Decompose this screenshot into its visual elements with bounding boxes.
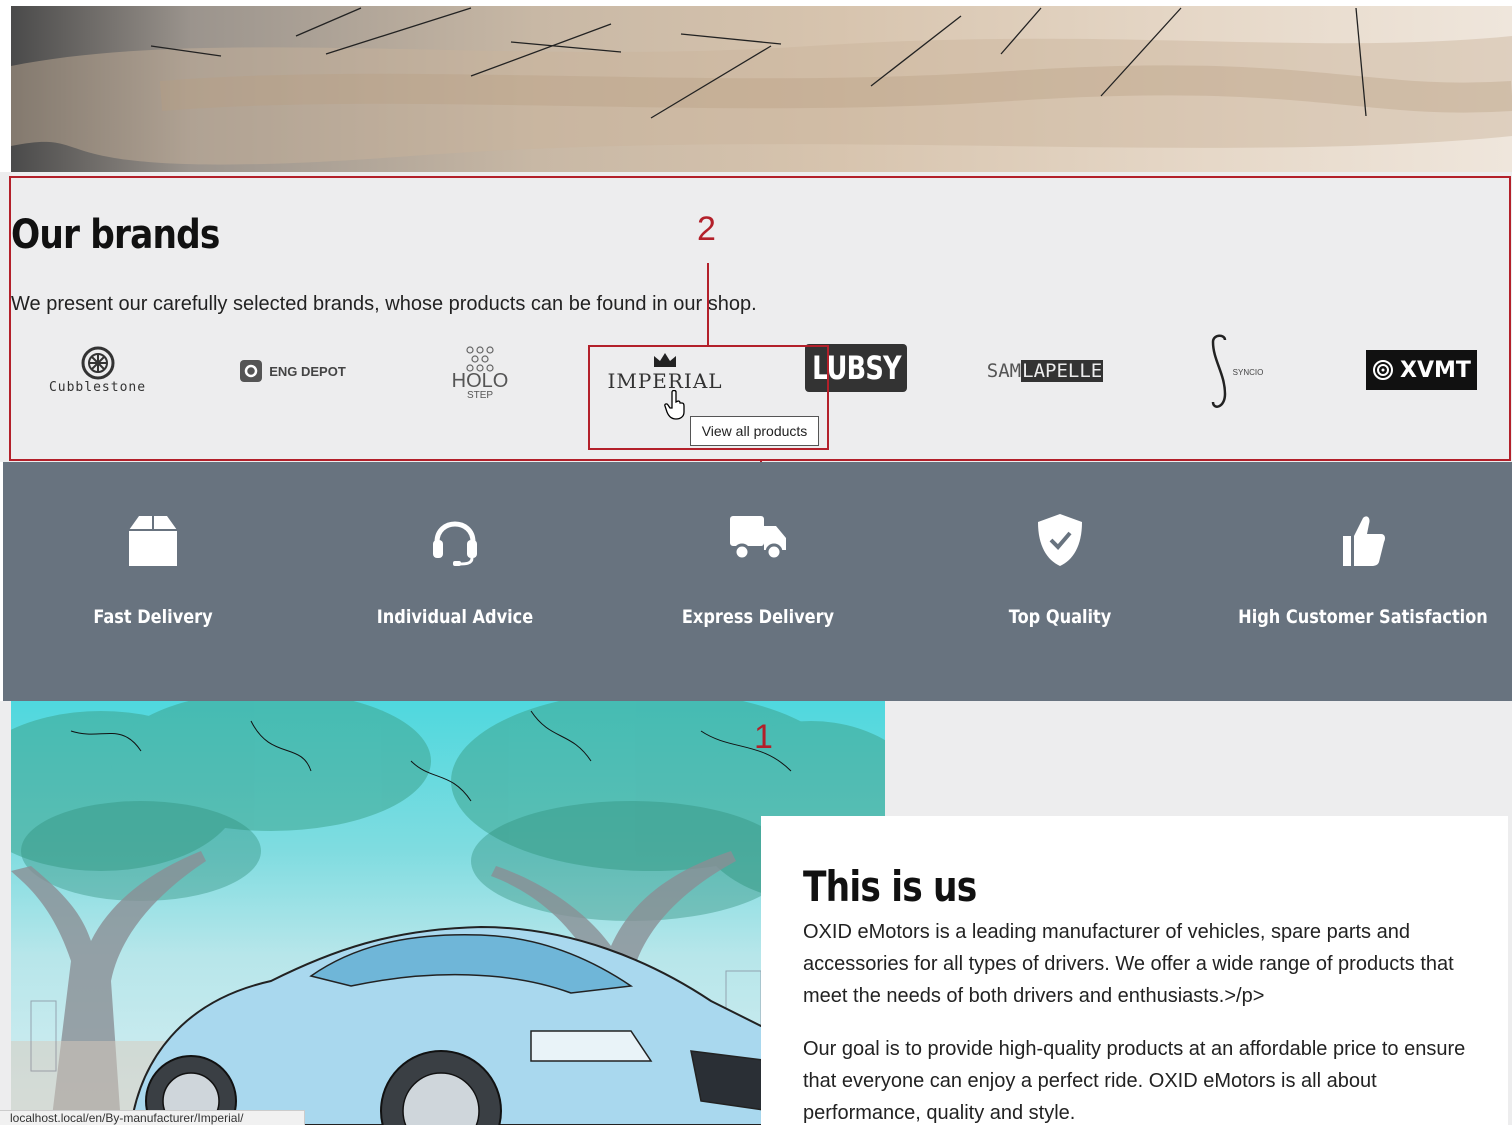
feature-top-quality: Top Quality — [910, 462, 1210, 701]
annotation-label-2: 2 — [697, 210, 716, 248]
car-illustration-image — [11, 701, 885, 1125]
feature-fast-delivery: Fast Delivery — [3, 462, 303, 701]
shield-check-icon — [1038, 514, 1082, 566]
feature-individual-advice: Individual Advice — [305, 462, 605, 701]
about-text-card: This is us OXID eMotors is a leading man… — [761, 816, 1508, 1125]
browser-status-url: localhost.local/en/By-manufacturer/Imper… — [0, 1110, 305, 1125]
feature-label: High Customer Satisfaction — [1238, 606, 1488, 628]
feature-label: Fast Delivery — [93, 606, 213, 628]
headset-icon — [433, 521, 477, 566]
thumbs-up-icon — [1343, 516, 1385, 566]
feature-label: Express Delivery — [681, 606, 835, 628]
features-section: Fast Delivery Individual Advice Express … — [3, 462, 1512, 701]
annotation-label-1: 1 — [754, 718, 773, 756]
feature-high-customer-satisfaction: High Customer Satisfaction — [1213, 462, 1512, 701]
feature-label: Top Quality — [1008, 606, 1112, 628]
about-paragraph-2: Our goal is to provide high-quality prod… — [803, 1038, 1466, 1124]
truck-icon — [730, 516, 786, 561]
box-icon — [129, 516, 177, 566]
about-title: This is us — [803, 862, 977, 911]
feature-label: Individual Advice — [376, 606, 534, 628]
feature-express-delivery: Express Delivery — [608, 462, 908, 701]
about-paragraph-1: OXID eMotors is a leading manufacturer o… — [803, 921, 1454, 1007]
